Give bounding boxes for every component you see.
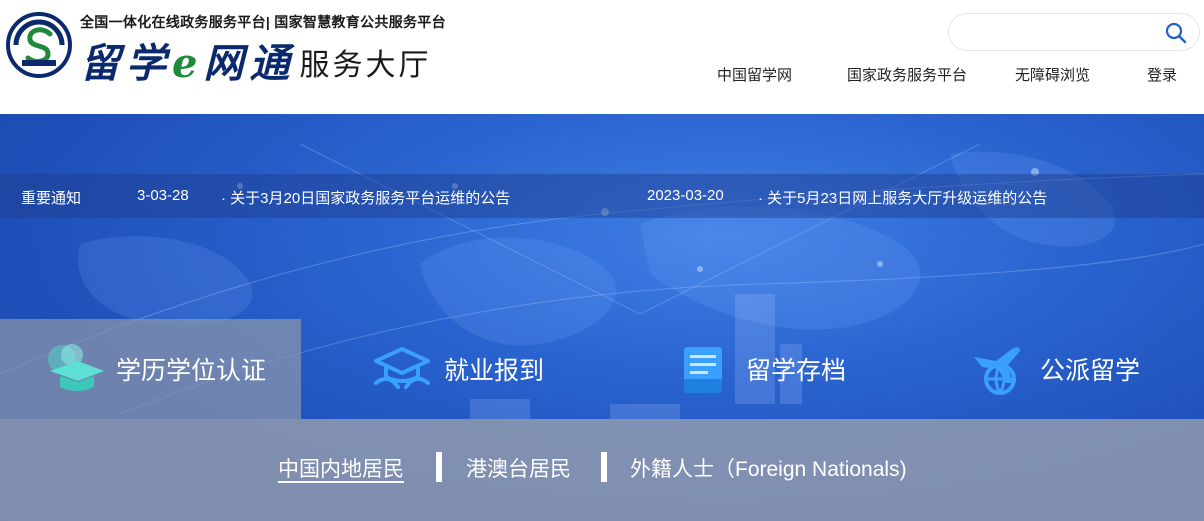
site-header: 全国一体化在线政务服务平台| 国家智慧教育公共服务平台 留学 e 网通 服务大厅… <box>0 0 1204 114</box>
search-icon[interactable] <box>1165 22 1187 44</box>
notice-date: 2023-03-20 <box>647 187 724 204</box>
notice-link[interactable]: · 关于5月23日网上服务大厅升级运维的公告 <box>758 187 1047 208</box>
document-folder-icon <box>684 347 722 393</box>
tab-label: 公派留学 <box>1040 357 1141 385</box>
tab-degree-verification[interactable]: 学历学位认证 <box>0 319 301 419</box>
notice-date: 3-03-28 <box>137 187 189 204</box>
nav-link-gov-platform[interactable]: 国家政务服务平台 <box>847 64 967 85</box>
tab-gov-sponsored-study[interactable]: 公派留学 <box>968 319 1140 419</box>
hero-banner: 重要通知 3-03-28 · 关于3月20日国家政务服务平台运维的公告 2023… <box>0 114 1204 521</box>
subtab-mainland-residents[interactable]: 中国内地居民 <box>278 453 404 483</box>
nav-link-china-study[interactable]: 中国留学网 <box>717 64 792 85</box>
subtab-hk-macao-taiwan[interactable]: 港澳台居民 <box>466 453 571 483</box>
airplane-globe-icon <box>974 347 1020 395</box>
tab-employment-report[interactable]: 就业报到 <box>372 319 544 419</box>
cap-hands-icon <box>374 347 430 389</box>
search-box[interactable] <box>948 13 1200 51</box>
tab-label: 就业报到 <box>444 357 545 385</box>
notice-bar: 重要通知 3-03-28 · 关于3月20日国家政务服务平台运维的公告 2023… <box>0 174 1204 218</box>
nav-link-login[interactable]: 登录 <box>1147 64 1177 85</box>
tab-label: 留学存档 <box>746 357 847 385</box>
notice-title: 重要通知 <box>21 190 82 207</box>
divider <box>601 452 607 482</box>
graduation-cap-icon <box>48 344 104 391</box>
nav-link-accessibility[interactable]: 无障碍浏览 <box>1015 64 1090 85</box>
tagline: 全国一体化在线政务服务平台| 国家智慧教育公共服务平台 <box>80 14 446 30</box>
search-input[interactable] <box>963 22 1157 44</box>
divider <box>436 452 442 482</box>
tab-label: 学历学位认证 <box>116 357 267 385</box>
audience-subtabs: 中国内地居民 港澳台居民 外籍人士（Foreign Nationals) <box>0 419 1204 521</box>
notice-link[interactable]: · 关于3月20日国家政务服务平台运维的公告 <box>221 187 510 208</box>
subtab-foreign-nationals[interactable]: 外籍人士（Foreign Nationals) <box>630 453 907 483</box>
service-category-tabs: 学历学位认证 就业报到 留学存档 公派留学 <box>0 319 1204 419</box>
tab-study-archive[interactable]: 留学存档 <box>674 319 846 419</box>
top-nav: 中国留学网 国家政务服务平台 无障碍浏览 登录 <box>0 64 1204 86</box>
